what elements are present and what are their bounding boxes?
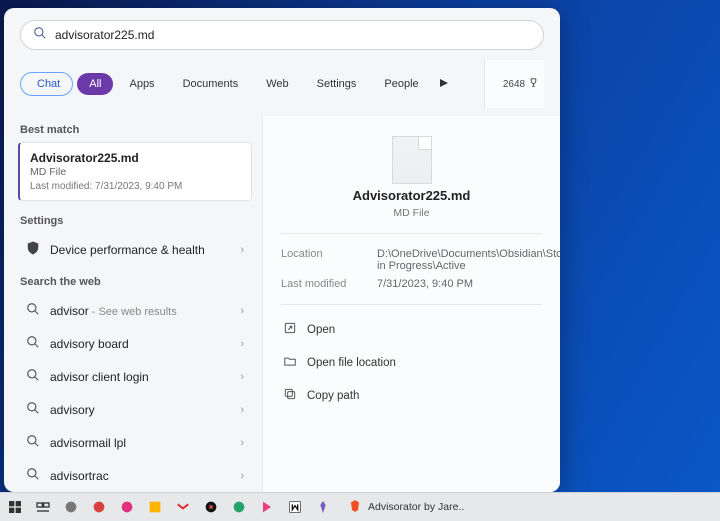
best-match-card[interactable]: Advisorator225.md MD File Last modified:… xyxy=(18,142,252,201)
search-icon xyxy=(33,26,47,45)
location-value: D:\OneDrive\Documents\Obsidian\Stories i… xyxy=(377,248,560,272)
results-list: Best match Advisorator225.md MD File Las… xyxy=(4,116,262,492)
location-key: Location xyxy=(281,248,363,272)
web-suggestion[interactable]: advisory board› xyxy=(18,327,252,360)
search-icon xyxy=(26,401,40,418)
action-open-location[interactable]: Open file location xyxy=(281,348,542,377)
folder-icon xyxy=(283,354,297,371)
search-icon xyxy=(26,302,40,319)
taskbar-app-9[interactable] xyxy=(286,498,304,516)
filter-tabs: Chat All Apps Documents Web Settings Peo… xyxy=(4,56,560,116)
taskbar-app-4[interactable] xyxy=(146,498,164,516)
best-match-header: Best match xyxy=(20,124,262,136)
search-row xyxy=(4,8,560,56)
chevron-right-icon: › xyxy=(240,437,244,449)
search-web-header: Search the web xyxy=(20,276,262,288)
preview-pane: Advisorator225.md MD File Location D:\On… xyxy=(262,116,560,492)
taskbar-app-5[interactable] xyxy=(174,498,192,516)
chevron-right-icon: › xyxy=(240,305,244,317)
chevron-right-icon: › xyxy=(240,371,244,383)
search-flyout: Chat All Apps Documents Web Settings Peo… xyxy=(4,8,560,492)
task-view-icon[interactable] xyxy=(34,498,52,516)
tab-all[interactable]: All xyxy=(77,73,113,95)
chevron-right-icon: › xyxy=(240,470,244,482)
web-suggestion[interactable]: advisory› xyxy=(18,393,252,426)
trophy-icon xyxy=(528,77,539,91)
taskbar-app-1[interactable] xyxy=(62,498,80,516)
taskbar-app-8[interactable] xyxy=(258,498,276,516)
rewards-count[interactable]: 2648 xyxy=(503,77,539,91)
chevron-right-icon: › xyxy=(240,338,244,350)
tab-documents[interactable]: Documents xyxy=(171,73,251,95)
settings-item-device-performance[interactable]: Device performance & health › xyxy=(18,233,252,266)
taskbar-app-3[interactable] xyxy=(118,498,136,516)
brave-icon xyxy=(348,499,362,516)
taskbar-app-2[interactable] xyxy=(90,498,108,516)
chevron-right-icon: › xyxy=(240,404,244,416)
best-match-type: MD File xyxy=(30,166,241,178)
taskbar-app-6[interactable] xyxy=(202,498,220,516)
search-icon xyxy=(26,467,40,484)
preview-meta: Location D:\OneDrive\Documents\Obsidian\… xyxy=(281,233,542,305)
search-icon xyxy=(26,368,40,385)
document-icon xyxy=(392,136,432,184)
shield-icon xyxy=(26,241,40,258)
search-icon xyxy=(26,335,40,352)
action-open[interactable]: Open xyxy=(281,315,542,344)
taskbar-app-7[interactable] xyxy=(230,498,248,516)
web-suggestion[interactable]: advisor client login› xyxy=(18,360,252,393)
copy-icon xyxy=(283,387,297,404)
tab-people[interactable]: People xyxy=(372,73,430,95)
tab-web[interactable]: Web xyxy=(254,73,300,95)
play-icon[interactable] xyxy=(435,78,453,91)
modified-value: 7/31/2023, 9:40 PM xyxy=(377,278,560,290)
web-suggestion[interactable]: advisor - See web results› xyxy=(18,294,252,327)
search-box[interactable] xyxy=(20,20,544,50)
modified-key: Last modified xyxy=(281,278,363,290)
preview-subtitle: MD File xyxy=(393,207,429,219)
web-suggestion[interactable]: advisortrac› xyxy=(18,459,252,492)
open-icon xyxy=(283,321,297,338)
tab-apps[interactable]: Apps xyxy=(117,73,166,95)
settings-header: Settings xyxy=(20,215,262,227)
best-match-modified: Last modified: 7/31/2023, 9:40 PM xyxy=(30,181,241,192)
tab-chat[interactable]: Chat xyxy=(20,72,73,96)
search-icon xyxy=(26,434,40,451)
start-button[interactable] xyxy=(6,498,24,516)
taskbar-active-window[interactable]: Advisorator by Jare.. xyxy=(342,497,470,518)
best-match-name: Advisorator225.md xyxy=(30,151,241,165)
chevron-right-icon: › xyxy=(240,244,244,256)
search-input[interactable] xyxy=(55,28,531,42)
preview-title: Advisorator225.md xyxy=(353,188,471,203)
tab-settings[interactable]: Settings xyxy=(305,73,369,95)
taskbar: Advisorator by Jare.. xyxy=(0,492,720,521)
action-copy-path[interactable]: Copy path xyxy=(281,381,542,410)
web-suggestion[interactable]: advisormail lpl› xyxy=(18,426,252,459)
taskbar-app-10[interactable] xyxy=(314,498,332,516)
